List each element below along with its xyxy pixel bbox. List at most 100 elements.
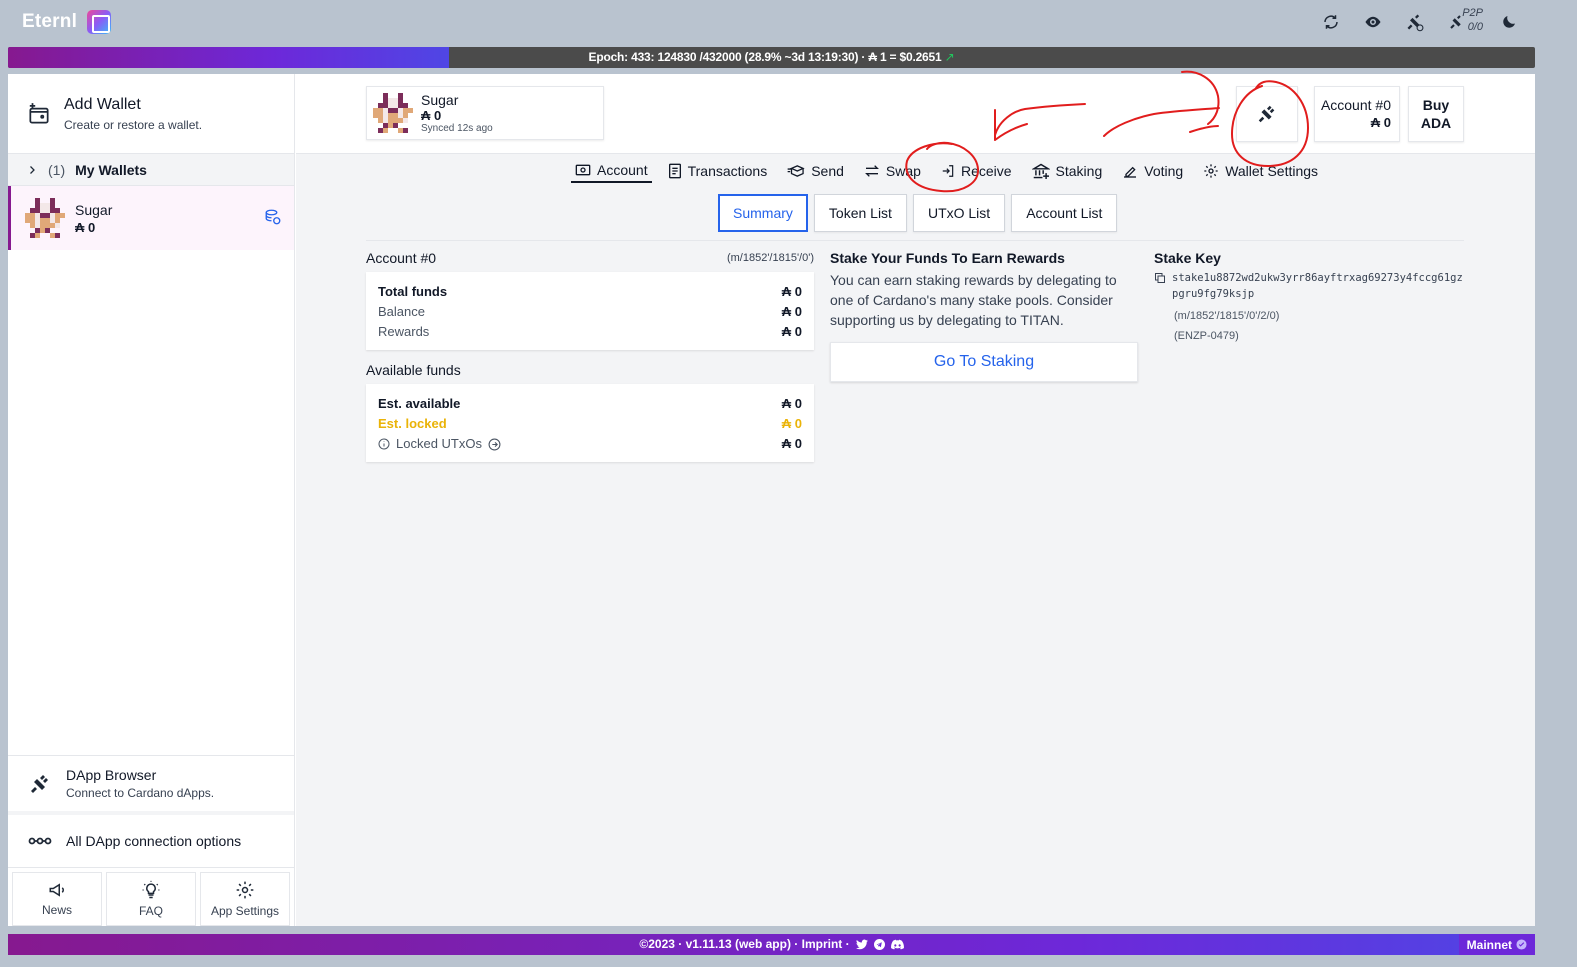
refresh-icon[interactable]: [1319, 8, 1343, 36]
tab-receive[interactable]: Receive: [937, 159, 1016, 183]
locked-utxos-row[interactable]: Locked UTxOs ₳ 0: [378, 434, 802, 454]
moon-icon[interactable]: [1497, 8, 1521, 36]
tab-swap[interactable]: Swap: [860, 159, 925, 183]
vote-icon: [1124, 166, 1137, 178]
chevron-right-icon: [30, 165, 35, 174]
sub-tabs: Summary Token List UTxO List Account Lis…: [718, 194, 1118, 232]
app-settings-label: App Settings: [210, 904, 280, 918]
total-funds-row: Total funds ₳ 0: [378, 284, 802, 299]
dapp-network-icon[interactable]: [1403, 8, 1427, 36]
subtab-utxo-list[interactable]: UTxO List: [912, 194, 1006, 232]
lightbulb-icon: [142, 880, 160, 899]
tab-wallet-settings[interactable]: Wallet Settings: [1199, 159, 1322, 183]
footer-text[interactable]: ©2023 · v1.11.13 (web app) · Imprint ·: [639, 937, 849, 951]
discord-icon[interactable]: [890, 939, 904, 950]
wallet-sync-status: Synced 12s ago: [421, 123, 493, 134]
go-to-staking-button[interactable]: Go To Staking: [830, 342, 1138, 382]
wallet-sync-icon[interactable]: [264, 208, 282, 226]
account-balance: ₳ 0: [1370, 115, 1391, 130]
copy-icon[interactable]: [1154, 272, 1166, 284]
stake-promo-title: Stake Your Funds To Earn Rewards: [830, 250, 1065, 266]
account-label: Account #0: [1320, 97, 1391, 113]
tab-send-label: Send: [811, 163, 844, 179]
dapp-browser-title: DApp Browser: [66, 767, 157, 783]
my-wallets-label: My Wallets: [75, 161, 147, 178]
main-panel: Add Wallet Create or restore a wallet. (…: [8, 74, 1535, 926]
account-summary: Account #0 (m/1852'/1815'/0') Total fund…: [366, 250, 814, 474]
telegram-icon[interactable]: [873, 938, 885, 950]
plug-icon: [31, 774, 48, 793]
add-wallet-icon: [29, 102, 49, 124]
brand[interactable]: Eternl: [22, 10, 112, 34]
tab-staking[interactable]: Staking: [1028, 159, 1107, 183]
megaphone-icon: [49, 883, 64, 897]
subtab-account-list[interactable]: Account List: [1011, 194, 1118, 232]
app-logo-icon: [87, 10, 112, 34]
top-icons: P2P 0/0: [1319, 7, 1521, 36]
all-dapp-options-button[interactable]: All DApp connection options: [8, 811, 294, 867]
tab-swap-label: Swap: [885, 163, 921, 179]
tab-voting[interactable]: Voting: [1118, 159, 1187, 183]
news-label: News: [41, 903, 72, 917]
sidebar-wallet-item[interactable]: Sugar ₳ 0: [8, 186, 294, 250]
epoch-text: Epoch: 433: 124830 /432000 (28.9% ~3d 13…: [588, 50, 955, 64]
app-name: Eternl: [22, 11, 78, 32]
subtab-summary[interactable]: Summary: [718, 194, 808, 232]
gear-icon: [236, 881, 254, 899]
tab-send[interactable]: Send: [783, 159, 848, 183]
epoch-bar: Epoch: 433: 124830 /432000 (28.9% ~3d 13…: [8, 47, 1535, 68]
add-wallet-button[interactable]: Add Wallet Create or restore a wallet.: [8, 74, 294, 154]
add-wallet-title: Add Wallet: [64, 95, 141, 113]
dapp-browser-button[interactable]: DApp Browser Connect to Cardano dApps.: [8, 755, 294, 811]
account-path: (m/1852'/1815'/0'): [726, 252, 814, 264]
subtab-token-list[interactable]: Token List: [813, 194, 907, 232]
tab-account[interactable]: Account: [571, 159, 652, 183]
wallet-header-balance: ₳ 0: [421, 108, 442, 123]
swap-arrows-icon: [864, 165, 879, 177]
my-wallets-group[interactable]: (1) My Wallets: [8, 154, 294, 186]
wallet-header-card[interactable]: Sugar ₳ 0 Synced 12s ago: [366, 86, 604, 140]
network-label: Mainnet: [1466, 937, 1512, 952]
tab-account-label: Account: [597, 162, 648, 178]
document-icon: [668, 163, 681, 179]
footer-info: ©2023 · v1.11.13 (web app) · Imprint ·: [8, 937, 1535, 951]
faq-label: FAQ: [138, 904, 163, 918]
available-funds-heading: Available funds: [366, 362, 461, 378]
est-locked-row: Est. locked ₳ 0: [378, 416, 802, 431]
dapp-connect-button[interactable]: [1236, 86, 1298, 142]
wallet-header-name: Sugar: [421, 92, 459, 108]
main-tabs: Account Transactions Send Swap Receive S…: [571, 159, 1322, 183]
account-title: Account #0: [366, 250, 437, 266]
twitter-icon[interactable]: [855, 939, 868, 950]
network-badge[interactable]: Mainnet: [1458, 934, 1535, 955]
sidebar: Add Wallet Create or restore a wallet. (…: [8, 74, 295, 926]
stake-key-code: (ENZP-0479): [1174, 330, 1239, 342]
check-badge-icon: [1516, 939, 1527, 950]
buy-ada-button[interactable]: Buy ADA: [1408, 86, 1464, 142]
faq-button[interactable]: FAQ: [106, 872, 196, 926]
plug-icon: [1258, 105, 1275, 123]
stake-key-path: (m/1852'/1815'/0'/2/0): [1174, 310, 1280, 322]
send-box-icon: [787, 165, 805, 177]
gear-icon: [1204, 164, 1218, 178]
stake-key-value[interactable]: stake1u8872wd2ukw3yrr86ayftrxag69273y4fc…: [1172, 270, 1468, 302]
sidebar-bottom: DApp Browser Connect to Cardano dApps. A…: [8, 755, 294, 926]
account-selector[interactable]: Account #0 ₳ 0: [1314, 86, 1400, 142]
arrow-circle-right-icon: [488, 438, 501, 450]
ada-label: ADA: [1420, 114, 1452, 131]
divider: [366, 240, 1464, 241]
rewards-row: Rewards ₳ 0: [378, 324, 802, 339]
stake-promo: Stake Your Funds To Earn Rewards You can…: [830, 250, 1138, 382]
wallet-balance: ₳ 0: [75, 219, 96, 235]
tab-voting-label: Voting: [1144, 163, 1184, 179]
tab-transactions-label: Transactions: [687, 163, 768, 179]
news-button[interactable]: News: [12, 872, 102, 926]
app-settings-button[interactable]: App Settings: [200, 872, 290, 926]
wallet-header-avatar: [373, 93, 413, 133]
available-funds-card: Est. available ₳ 0 Est. locked ₳ 0 Locked …: [366, 384, 814, 462]
cash-icon: [575, 164, 591, 176]
stake-promo-body: You can earn staking rewards by delegati…: [830, 272, 1117, 328]
eye-icon[interactable]: [1361, 8, 1385, 36]
tab-transactions[interactable]: Transactions: [664, 159, 772, 183]
p2p-plug-icon[interactable]: P2P 0/0: [1445, 7, 1483, 36]
